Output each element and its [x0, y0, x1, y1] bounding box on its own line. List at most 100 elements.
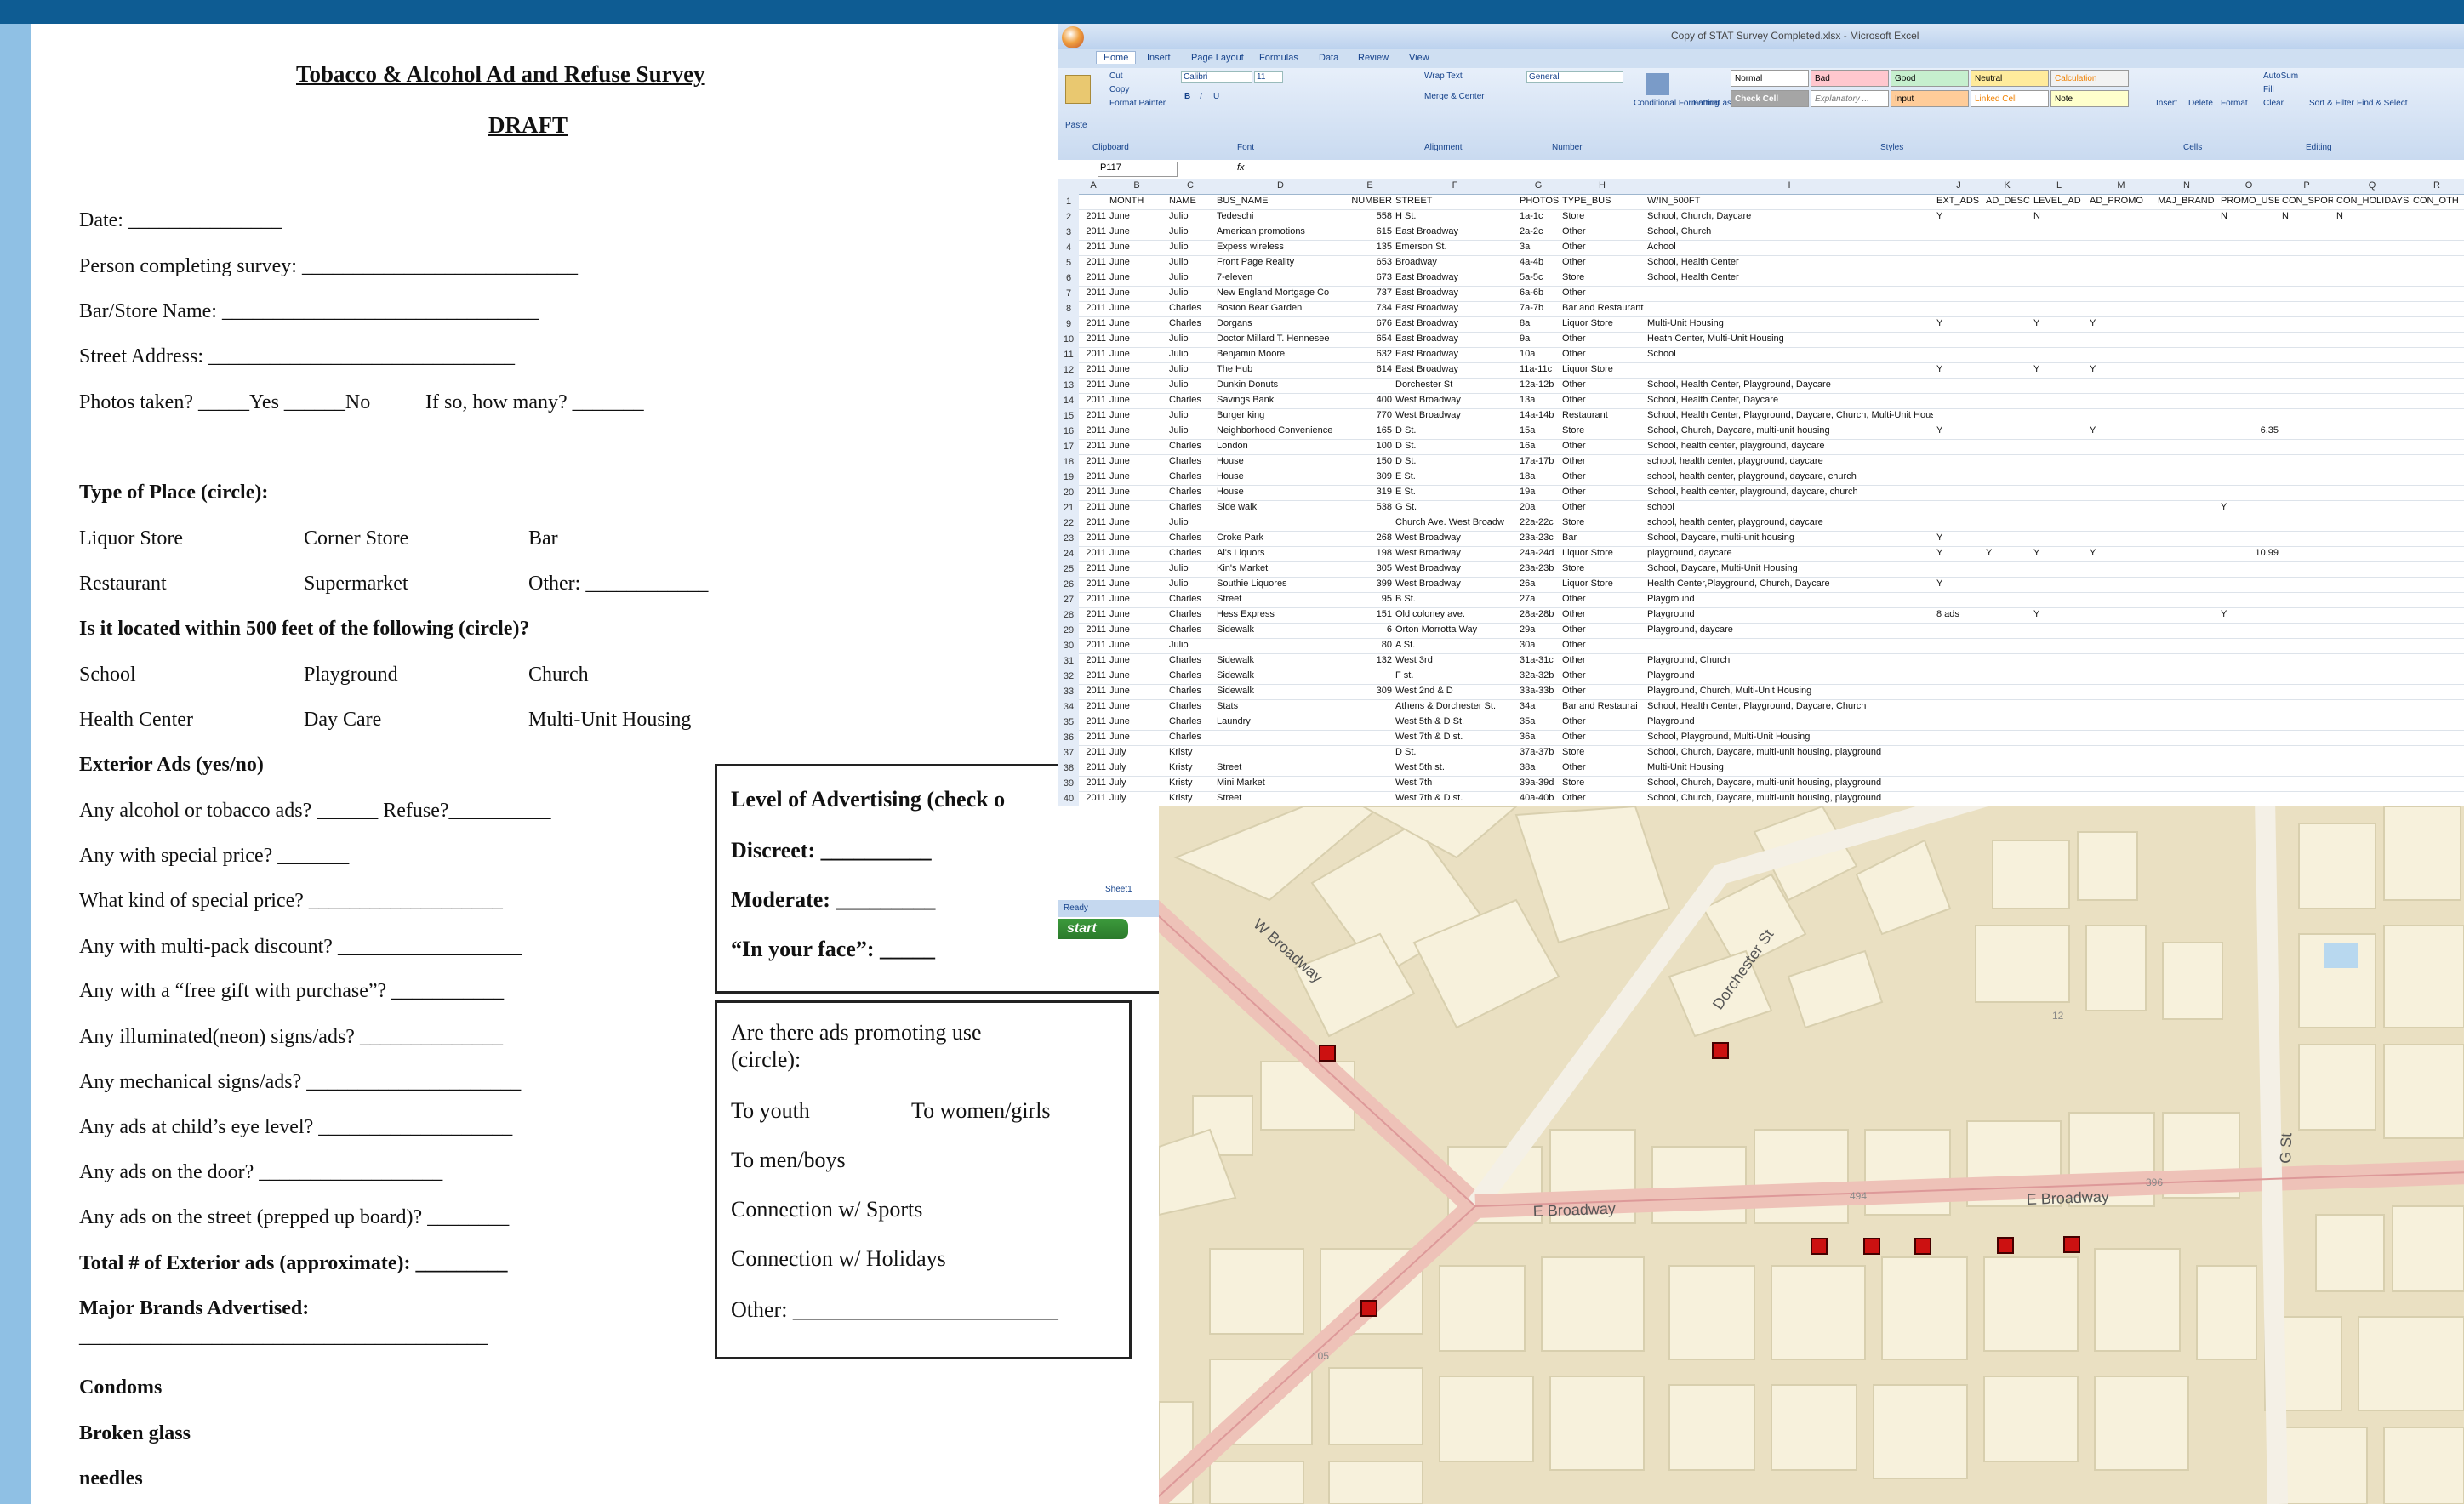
table-cell[interactable]: 2011 — [1082, 609, 1106, 619]
table-cell[interactable]: June — [1109, 655, 1166, 665]
table-cell[interactable]: 33a-33b — [1520, 686, 1559, 696]
survey-point-marker[interactable] — [2063, 1236, 2080, 1253]
table-cell[interactable]: 676 — [1349, 318, 1392, 328]
table-cell[interactable]: School, Church, Daycare, multi-unit hous… — [1647, 425, 1933, 436]
table-cell[interactable]: 24a-24d — [1520, 548, 1559, 558]
table-cell[interactable]: school, health center, playground, dayca… — [1647, 456, 1933, 466]
name-box[interactable]: P117 — [1098, 162, 1178, 177]
table-cell[interactable]: 2011 — [1082, 211, 1106, 221]
table-cell[interactable]: Other — [1562, 793, 1644, 803]
table-cell[interactable]: June — [1109, 548, 1166, 558]
table-cell[interactable]: 734 — [1349, 303, 1392, 313]
survey-point-marker[interactable] — [1863, 1238, 1880, 1255]
table-cell[interactable]: Charles — [1169, 441, 1213, 451]
table-cell[interactable]: School, Church, Daycare — [1647, 211, 1933, 221]
row-number[interactable]: 4 — [1058, 240, 1079, 255]
column-header[interactable]: BUS_NAME — [1217, 196, 1346, 206]
table-cell[interactable]: Liquor Store — [1562, 578, 1644, 589]
survey-point-marker[interactable] — [1811, 1238, 1828, 1255]
table-cell[interactable]: School, Health Center — [1647, 257, 1933, 267]
table-cell[interactable]: Sidewalk — [1217, 686, 1346, 696]
table-cell[interactable]: 80 — [1349, 640, 1392, 650]
table-cell[interactable]: School, Church — [1647, 226, 1933, 236]
table-cell[interactable]: Sidewalk — [1217, 670, 1346, 681]
table-cell[interactable]: Charles — [1169, 303, 1213, 313]
table-cell[interactable]: 2011 — [1082, 456, 1106, 466]
table-cell[interactable]: Playground — [1647, 670, 1933, 681]
table-cell[interactable]: June — [1109, 303, 1166, 313]
style-normal[interactable]: Normal — [1731, 70, 1809, 87]
table-cell[interactable]: Broadway — [1395, 257, 1516, 267]
wrap-text-button[interactable]: Wrap Text — [1424, 71, 1463, 81]
table-cell[interactable]: East Broadway — [1395, 349, 1516, 359]
table-cell[interactable]: 2011 — [1082, 517, 1106, 527]
table-cell[interactable]: New England Mortgage Co — [1217, 288, 1346, 298]
table-cell[interactable]: West 5th st. — [1395, 762, 1516, 772]
table-cell[interactable]: June — [1109, 379, 1166, 390]
table-cell[interactable]: Liquor Store — [1562, 318, 1644, 328]
table-cell[interactable]: Multi-Unit Housing — [1647, 318, 1933, 328]
table-cell[interactable]: 11a-11c — [1520, 364, 1559, 374]
table-cell[interactable]: June — [1109, 517, 1166, 527]
table-cell[interactable]: 1a-1c — [1520, 211, 1559, 221]
table-cell[interactable]: East Broadway — [1395, 333, 1516, 344]
table-cell[interactable]: Y — [2090, 364, 2154, 374]
table-cell[interactable]: Charles — [1169, 594, 1213, 604]
table-cell[interactable]: 6a-6b — [1520, 288, 1559, 298]
table-cell[interactable]: Julio — [1169, 288, 1213, 298]
table-cell[interactable]: Y — [2090, 318, 2154, 328]
table-cell[interactable]: June — [1109, 701, 1166, 711]
row-number[interactable]: 16 — [1058, 424, 1079, 439]
tab-data[interactable]: Data — [1319, 53, 1338, 63]
column-header[interactable]: CON_OTH — [2413, 196, 2462, 206]
table-cell[interactable]: 2011 — [1082, 533, 1106, 543]
table-cell[interactable]: 30a — [1520, 640, 1559, 650]
table-cell[interactable]: June — [1109, 594, 1166, 604]
column-header[interactable]: CON_SPORTS — [2282, 196, 2333, 206]
table-cell[interactable]: 400 — [1349, 395, 1392, 405]
underline-button[interactable]: U — [1213, 92, 1219, 101]
table-cell[interactable]: School — [1647, 349, 1933, 359]
table-cell[interactable]: Charles — [1169, 716, 1213, 726]
table-cell[interactable]: 198 — [1349, 548, 1392, 558]
table-cell[interactable]: Orton Morrotta Way — [1395, 624, 1516, 635]
table-cell[interactable]: West Broadway — [1395, 563, 1516, 573]
style-check-cell[interactable]: Check Cell — [1731, 90, 1809, 107]
table-cell[interactable]: June — [1109, 333, 1166, 344]
table-cell[interactable]: Other — [1562, 242, 1644, 252]
row-number[interactable]: 28 — [1058, 607, 1079, 623]
table-cell[interactable]: 653 — [1349, 257, 1392, 267]
table-cell[interactable]: School, Health Center, Playground, Dayca… — [1647, 410, 1933, 420]
table-cell[interactable]: West 3rd — [1395, 655, 1516, 665]
table-cell[interactable]: 2011 — [1082, 349, 1106, 359]
table-cell[interactable]: 2011 — [1082, 778, 1106, 788]
table-cell[interactable]: 5a-5c — [1520, 272, 1559, 282]
column-header[interactable]: AD_PROMO — [2090, 196, 2154, 206]
table-cell[interactable]: School, Health Center, Playground, Dayca… — [1647, 701, 1933, 711]
sheet-tab[interactable]: Sheet1 — [1103, 881, 1135, 898]
table-cell[interactable]: 399 — [1349, 578, 1392, 589]
column-letter[interactable]: I — [1646, 180, 1933, 191]
table-cell[interactable]: 2011 — [1082, 333, 1106, 344]
table-cell[interactable]: June — [1109, 716, 1166, 726]
column-header[interactable]: AD_DESC — [1986, 196, 2030, 206]
table-cell[interactable]: June — [1109, 732, 1166, 742]
table-cell[interactable]: Expess wireless — [1217, 242, 1346, 252]
row-number[interactable]: 17 — [1058, 439, 1079, 454]
table-cell[interactable]: Charles — [1169, 318, 1213, 328]
cut-button[interactable]: Cut — [1109, 71, 1123, 81]
tab-home[interactable]: Home — [1096, 51, 1137, 64]
table-cell[interactable]: 309 — [1349, 686, 1392, 696]
table-cell[interactable]: Charles — [1169, 670, 1213, 681]
table-cell[interactable]: Other — [1562, 624, 1644, 635]
column-header[interactable]: MONTH — [1109, 196, 1166, 206]
row-number[interactable]: 34 — [1058, 699, 1079, 715]
table-cell[interactable]: Other — [1562, 670, 1644, 681]
table-cell[interactable]: school, health center, playground, dayca… — [1647, 471, 1933, 481]
table-cell[interactable]: 2011 — [1082, 441, 1106, 451]
table-cell[interactable]: playground, daycare — [1647, 548, 1933, 558]
table-cell[interactable]: June — [1109, 563, 1166, 573]
table-cell[interactable]: Charles — [1169, 395, 1213, 405]
table-cell[interactable]: Other — [1562, 732, 1644, 742]
table-cell[interactable]: Charles — [1169, 701, 1213, 711]
